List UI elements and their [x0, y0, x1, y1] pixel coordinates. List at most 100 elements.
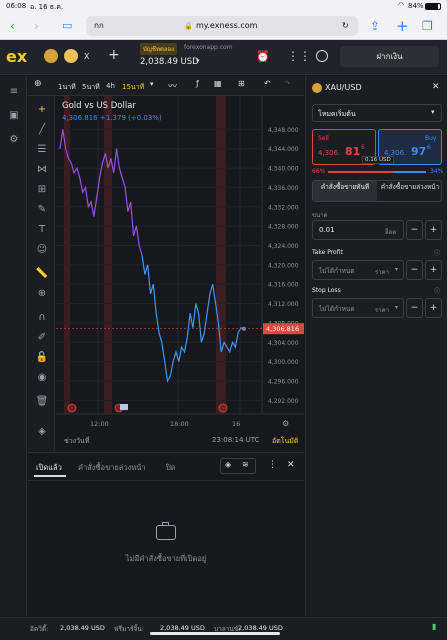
volume-decrease-button[interactable]: −: [406, 220, 423, 240]
y-tick-label: 4,320.000: [268, 262, 299, 269]
auto-scale-button[interactable]: อัตโนมัติ: [272, 436, 298, 447]
share-icon[interactable]: ⇪: [370, 12, 380, 40]
view-toggle: ◈ ≋: [220, 458, 256, 474]
price-chart[interactable]: 4,348.000 4,344.000 4,340.000 4,336.000 4,33…: [56, 96, 304, 451]
pencil-lock-icon[interactable]: ✐: [32, 332, 52, 343]
chart-svg[interactable]: 4,348.000 4,344.000 4,340.000 4,336.000 4,33…: [56, 96, 304, 451]
trash-icon[interactable]: 🗑: [32, 396, 52, 407]
tab-pending[interactable]: คำสั่งซื้อขายล่วงหน้า: [78, 462, 146, 474]
settings-icon[interactable]: ⚙: [4, 134, 24, 145]
trend-line-icon[interactable]: ╱: [32, 124, 52, 135]
close-orders-icon[interactable]: ✕: [287, 460, 295, 470]
more-icon[interactable]: ⋮: [268, 460, 277, 470]
add-indicator-icon[interactable]: ⊕: [34, 79, 42, 89]
apps-grid-icon[interactable]: ⋮⋮: [287, 49, 311, 63]
projection-icon[interactable]: ⊞: [32, 184, 52, 195]
volume-increase-button[interactable]: +: [425, 220, 442, 240]
stop-loss-label: Stop Loss: [312, 287, 341, 294]
exness-logo[interactable]: ex: [6, 47, 27, 66]
take-profit-input[interactable]: ไม่ได้กำหนด ราคา ▾: [312, 260, 404, 280]
chevron-down-icon[interactable]: ▾: [395, 304, 398, 311]
layers-icon[interactable]: ◈: [225, 460, 231, 469]
tp-unit[interactable]: ราคา: [375, 267, 389, 277]
timeframe-5m[interactable]: 5นาที: [82, 82, 100, 93]
pending-order-tab[interactable]: คำสั่งซื้อขายล่วงหน้า: [378, 181, 442, 201]
utc-time: 23:08:14 UTC: [212, 436, 260, 444]
brush-icon[interactable]: ✎: [32, 204, 52, 215]
sl-decrease-button[interactable]: −: [406, 298, 423, 318]
close-panel-icon[interactable]: ✕: [432, 82, 440, 92]
tp-increase-button[interactable]: +: [425, 260, 442, 280]
menu-icon[interactable]: ≡: [4, 86, 24, 97]
x-tick-label: 12:00: [90, 420, 109, 428]
ruler-icon[interactable]: 📏: [32, 268, 52, 279]
eye-icon[interactable]: ◉: [32, 372, 52, 383]
sell-price-sup: 6: [361, 144, 365, 151]
sl-info-icon[interactable]: ⓘ: [434, 286, 440, 295]
market-order-tab[interactable]: คำสั่งซื้อขายทันที: [313, 181, 377, 201]
status-time: 06:08: [6, 2, 27, 10]
mode-select[interactable]: โหมดเริ่มต้น ▾: [312, 104, 442, 122]
alarm-icon[interactable]: ⏰: [256, 50, 270, 63]
sl-increase-button[interactable]: +: [425, 298, 442, 318]
period-selector[interactable]: ช่วงวันที่: [64, 436, 89, 447]
calendar-icon[interactable]: ▣: [4, 110, 24, 121]
fib-icon[interactable]: ☰: [32, 144, 52, 155]
tab-open[interactable]: เปิดแล้ว: [36, 462, 62, 474]
market-order-label: คำสั่งซื้อขายทันที: [320, 183, 370, 191]
volume-input[interactable]: 0.01 ล็อต: [312, 220, 404, 240]
add-tab-icon[interactable]: +: [108, 47, 120, 63]
chevron-down-icon: ▾: [431, 108, 435, 116]
tp-info-icon[interactable]: ⓘ: [434, 248, 440, 257]
signal-icon: ▮: [432, 622, 437, 631]
zoom-icon[interactable]: ⊕: [32, 288, 52, 299]
compare-icon[interactable]: ⊞: [238, 79, 245, 88]
text-size-button[interactable]: กก: [94, 16, 104, 36]
pattern-icon[interactable]: ⋈: [32, 164, 52, 175]
back-icon[interactable]: ‹: [10, 12, 15, 40]
account-type-badge[interactable]: บัญชีทดลอง: [140, 43, 178, 55]
instrument-icon[interactable]: [44, 49, 58, 63]
tab-closed[interactable]: ปิด: [166, 462, 176, 474]
redo-icon[interactable]: ↷: [284, 79, 291, 88]
xau-flag-icon[interactable]: [64, 49, 78, 63]
chart-settings-icon[interactable]: ⚙: [282, 419, 289, 428]
profile-icon[interactable]: [316, 50, 328, 62]
stack-icon[interactable]: ≋: [242, 460, 249, 469]
chevron-down-icon[interactable]: ▾: [395, 266, 398, 273]
order-type-toggle: คำสั่งซื้อขายทันที คำสั่งซื้อขายล่วงหน้า: [312, 180, 442, 202]
address-bar[interactable]: กก 🔒 my.exness.com ↻: [86, 16, 358, 36]
deposit-button[interactable]: ฝากเงิน: [340, 46, 439, 67]
text-icon[interactable]: T: [32, 224, 52, 235]
new-tab-icon[interactable]: +: [396, 12, 409, 40]
forward-icon[interactable]: ›: [34, 12, 39, 40]
emoji-icon[interactable]: ☺: [32, 244, 52, 255]
chevron-down-icon[interactable]: ▾: [196, 57, 200, 65]
crosshair-icon[interactable]: +: [32, 104, 52, 115]
timeframe-4h[interactable]: 4h: [106, 82, 115, 90]
symbol-name: XAU/USD: [325, 83, 362, 92]
magnet-icon[interactable]: ∩: [32, 312, 52, 323]
timeframe-15m[interactable]: 15นาที: [122, 82, 144, 93]
reload-icon[interactable]: ↻: [342, 16, 349, 36]
empty-orders-text: ไม่มีคำสั่งซื้อขายที่เปิดอยู่: [125, 554, 207, 563]
layers-icon[interactable]: ◈: [32, 426, 52, 437]
tp-decrease-button[interactable]: −: [406, 260, 423, 280]
dropdown-icon[interactable]: ▾: [150, 80, 154, 88]
tab-close-icon[interactable]: X: [84, 52, 89, 61]
balance-value[interactable]: 2,038.49 USD: [140, 57, 199, 67]
tabs-icon[interactable]: ❐: [422, 12, 433, 40]
timeframe-1m[interactable]: 1นาที: [58, 82, 76, 93]
indicators-icon[interactable]: ƒ: [196, 79, 199, 88]
briefcase-icon: [156, 522, 176, 540]
chart-type-icon[interactable]: 〰: [168, 79, 177, 92]
lock-icon[interactable]: 🔓: [32, 352, 52, 363]
active-tab-indicator: [34, 475, 66, 477]
book-icon[interactable]: ▭: [62, 12, 72, 40]
undo-icon[interactable]: ↶: [264, 79, 271, 88]
stop-loss-input[interactable]: ไม่ได้กำหนด ราคา ▾: [312, 298, 404, 318]
free-margin-label: ฟรีมาร์จิ้น:: [114, 625, 144, 633]
layout-icon[interactable]: ▦: [214, 79, 222, 88]
y-tick-label: 4,348.000: [268, 127, 299, 134]
sl-unit[interactable]: ราคา: [375, 305, 389, 315]
